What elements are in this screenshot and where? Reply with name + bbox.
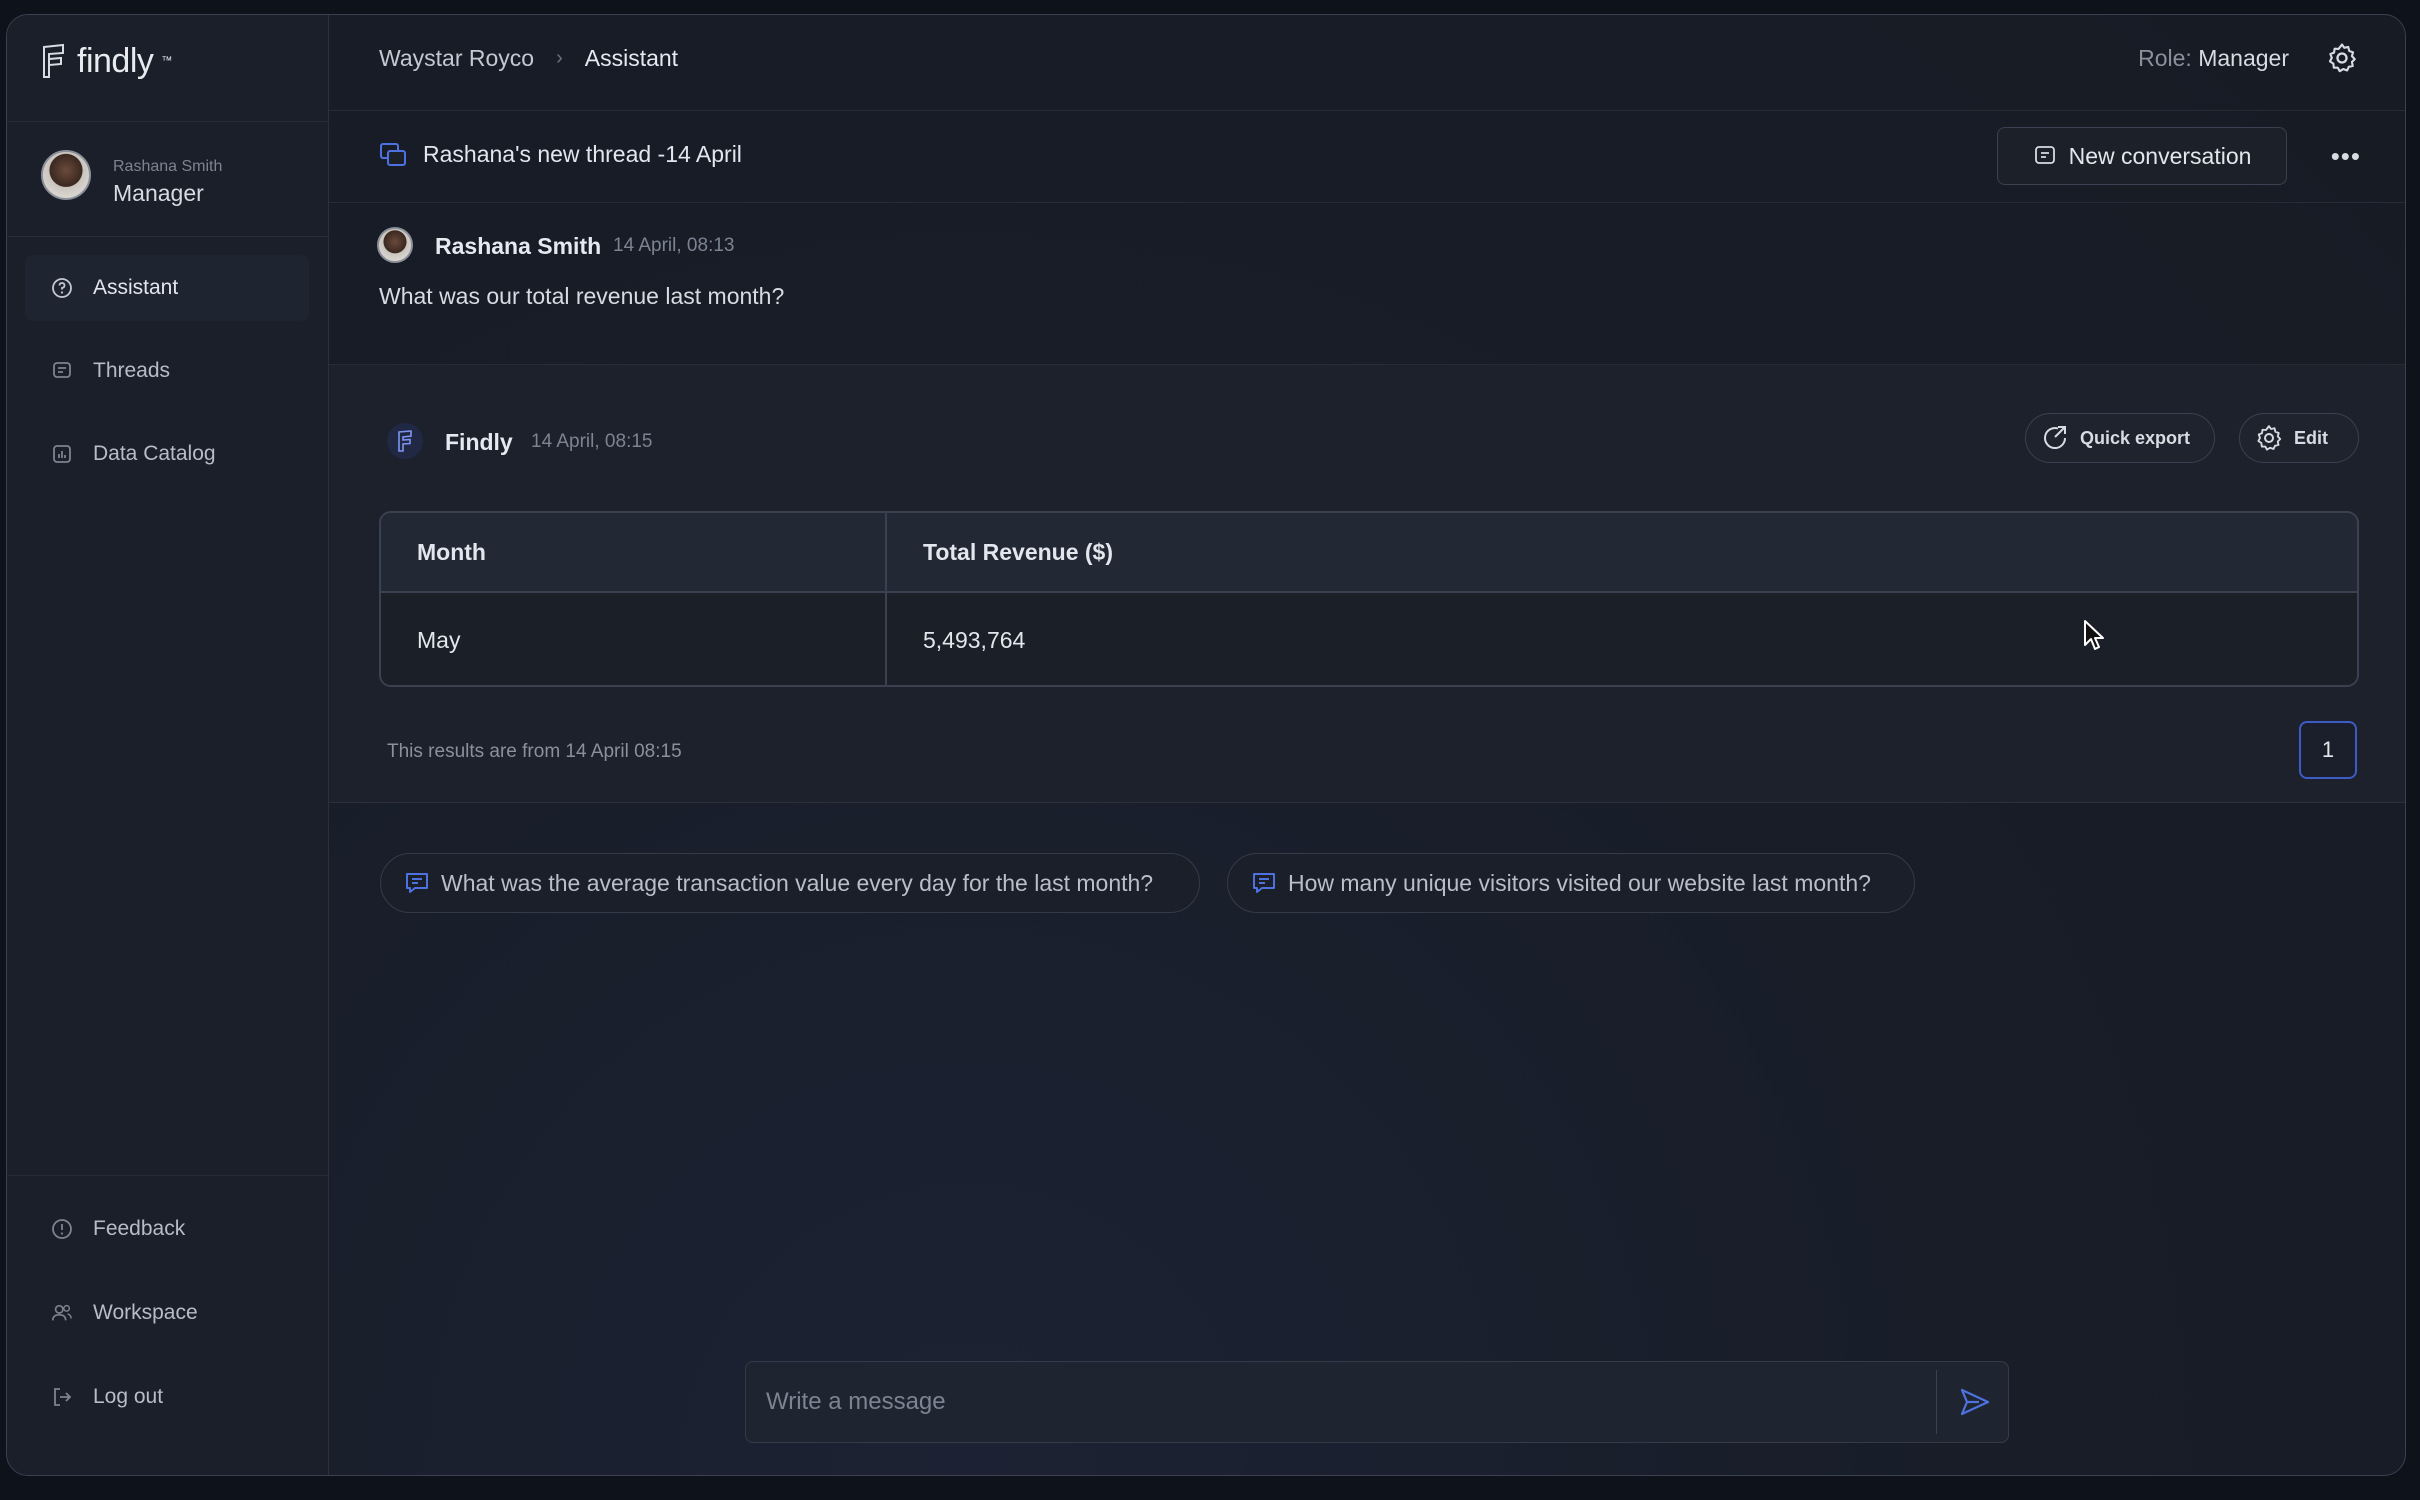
users-icon — [51, 1302, 73, 1324]
sidebar-item-logout[interactable]: Log out — [25, 1364, 309, 1430]
new-conversation-button[interactable]: New conversation — [1997, 127, 2287, 185]
breadcrumb-item-current: Assistant — [584, 45, 679, 71]
user-name: Rashana Smith — [113, 158, 223, 175]
sidebar-item-workspace[interactable]: Workspace — [25, 1280, 309, 1346]
message-timestamp: 14 April, 08:13 — [613, 235, 735, 256]
settings-button[interactable] — [2325, 41, 2359, 75]
chevron-right-icon: › — [556, 47, 563, 69]
help-circle-icon — [51, 277, 73, 299]
feedback-icon — [51, 1218, 73, 1240]
quick-export-button[interactable]: Quick export — [2025, 413, 2215, 463]
new-conversation-label: New conversation — [2068, 142, 2252, 169]
result-timestamp-note: This results are from 14 April 08:15 — [387, 741, 682, 762]
table-cell: May — [381, 593, 887, 685]
user-message: Rashana Smith 14 April, 08:13 What was o… — [329, 203, 2405, 365]
divider — [1936, 1370, 1937, 1434]
thread-header: Rashana's new thread -14 April New conve… — [329, 111, 2405, 203]
edit-button[interactable]: Edit — [2239, 413, 2359, 463]
chat-icon — [406, 873, 428, 893]
chart-icon — [51, 443, 73, 465]
role-indicator: Role: Manager — [2138, 45, 2289, 72]
sidebar-item-data-catalog[interactable]: Data Catalog — [25, 421, 309, 487]
chat-icon — [51, 360, 73, 382]
message-author: Rashana Smith — [435, 233, 602, 259]
suggestion-chip[interactable]: How many unique visitors visited our web… — [1227, 853, 1915, 913]
thread-title: Rashana's new thread -14 April — [379, 141, 742, 168]
table-cell: 5,493,764 — [923, 626, 1026, 653]
quick-export-label: Quick export — [2080, 427, 2191, 448]
avatar — [377, 227, 413, 263]
mouse-cursor-icon — [2084, 620, 2104, 650]
table-header-row: Month Total Revenue ($) — [381, 513, 2357, 593]
logo-icon — [43, 43, 64, 78]
role-label: Role: — [2138, 45, 2192, 71]
gear-icon — [2328, 43, 2356, 73]
sidebar-item-label: Feedback — [93, 1217, 186, 1240]
sidebar-nav: Assistant Threads Data Catalog — [25, 255, 309, 504]
chat-icon — [1253, 873, 1275, 893]
column-header[interactable]: Total Revenue ($) — [887, 513, 2357, 591]
gear-icon — [2257, 425, 2282, 451]
message-author: Findly — [445, 429, 513, 455]
app-logo[interactable]: findly ™ — [39, 39, 172, 83]
breadcrumb-item-workspace[interactable]: Waystar Royco — [379, 45, 534, 72]
message-text: What was our total revenue last month? — [379, 283, 785, 309]
ellipsis-icon: ••• — [2330, 141, 2361, 171]
message-input[interactable] — [746, 1362, 1934, 1442]
top-bar: Waystar Royco › Assistant Role: Manager — [329, 15, 2405, 111]
logout-icon — [51, 1386, 73, 1408]
sidebar-item-label: Log out — [93, 1385, 164, 1408]
avatar — [41, 150, 91, 200]
assistant-message: Findly 14 April, 08:15 Quick export Edit… — [329, 365, 2405, 803]
sidebar-item-feedback[interactable]: Feedback — [25, 1196, 309, 1262]
edit-label: Edit — [2294, 427, 2328, 448]
results-table: Month Total Revenue ($) May 5,493,764 — [379, 511, 2359, 687]
suggestion-text: How many unique visitors visited our web… — [1288, 869, 1871, 896]
thread-title-text: Rashana's new thread -14 April — [423, 141, 742, 167]
app-window: findly ™ Rashana Smith Manager Assistant … — [6, 14, 2406, 1476]
sidebar-item-label: Data Catalog — [93, 442, 216, 465]
sidebar-item-assistant[interactable]: Assistant — [25, 255, 309, 321]
send-button[interactable] — [1942, 1362, 2008, 1442]
more-options-button[interactable]: ••• — [2331, 141, 2361, 172]
sidebar-item-threads[interactable]: Threads — [25, 338, 309, 404]
column-header[interactable]: Month — [381, 513, 887, 591]
sidebar-item-label: Threads — [93, 359, 171, 382]
user-role: Manager — [113, 180, 204, 206]
role-value: Manager — [2198, 45, 2289, 71]
sidebar-bottom: Feedback Workspace Log out — [7, 1175, 329, 1448]
pagination-page-button[interactable]: 1 — [2299, 721, 2357, 779]
suggestion-text: What was the average transaction value e… — [441, 869, 1154, 896]
sidebar-item-label: Assistant — [93, 276, 179, 299]
findly-logo-icon — [387, 423, 423, 459]
table-row: May 5,493,764 — [381, 593, 2357, 685]
logo-text: findly — [77, 41, 154, 80]
thread-icon — [380, 142, 406, 166]
sidebar-item-label: Workspace — [93, 1301, 198, 1324]
message-timestamp: 14 April, 08:15 — [531, 431, 653, 452]
new-chat-icon — [2034, 146, 2055, 164]
sidebar: findly ™ Rashana Smith Manager Assistant … — [7, 15, 329, 1475]
suggestion-chip[interactable]: What was the average transaction value e… — [380, 853, 1200, 913]
message-composer — [745, 1361, 2009, 1443]
breadcrumb: Waystar Royco › Assistant — [379, 45, 678, 72]
user-profile[interactable]: Rashana Smith Manager — [7, 121, 329, 237]
send-icon — [1960, 1388, 1990, 1416]
export-icon — [2044, 426, 2067, 450]
